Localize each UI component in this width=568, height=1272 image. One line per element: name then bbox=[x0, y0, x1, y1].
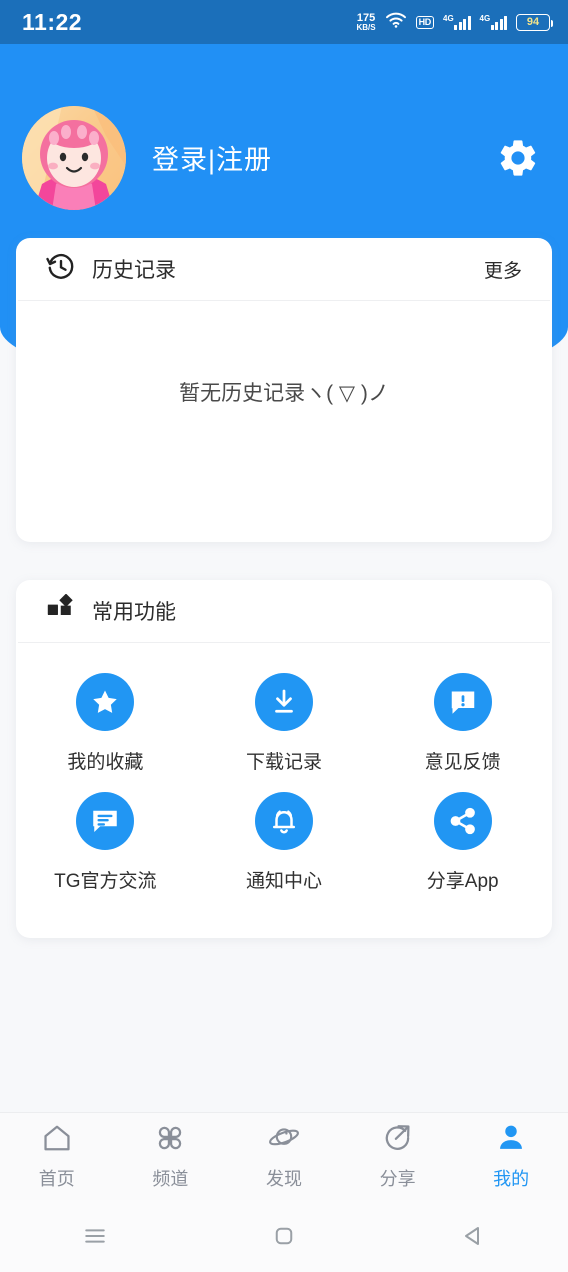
hd-icon: HD bbox=[415, 15, 434, 29]
share-icon bbox=[433, 792, 492, 850]
functions-card-title: 常用功能 bbox=[92, 601, 176, 624]
function-label: 我的收藏 bbox=[67, 752, 144, 773]
system-navigation-bar bbox=[0, 1200, 568, 1272]
share-arrow-icon bbox=[382, 1122, 414, 1159]
gear-icon[interactable] bbox=[496, 136, 540, 180]
function-item-notifications[interactable]: 通知中心 bbox=[195, 784, 374, 903]
history-more-link[interactable]: 更多 bbox=[484, 256, 522, 283]
functions-card-header: 常用功能 bbox=[18, 580, 550, 643]
app-screen: 11:22 175 KB/S HD 4G 4G 94 登录|注册 历史记录 更多… bbox=[0, 0, 568, 1272]
bell-icon bbox=[255, 792, 313, 850]
grid-shapes-icon bbox=[46, 593, 76, 629]
function-label: TG官方交流 bbox=[54, 871, 157, 892]
common-functions-card: 常用功能 我的收藏 下载记录 意见反馈 TG官方交流 通知中心 分享App bbox=[16, 580, 552, 938]
feedback-icon bbox=[433, 673, 492, 731]
history-empty-state: 暂无历史记录ヽ( ▽ )ノ bbox=[179, 381, 389, 405]
bottom-navigation: 首页 频道 发现 分享 我的 bbox=[0, 1112, 568, 1200]
signal-sim1-icon: 4G bbox=[443, 13, 471, 30]
sim2-network-label: 4G bbox=[479, 13, 491, 23]
battery-icon: 94 bbox=[516, 13, 553, 31]
signal-sim2-icon: 4G bbox=[479, 13, 507, 30]
nav-tab-label: 首页 bbox=[38, 1169, 75, 1189]
network-speed-indicator: 175 KB/S bbox=[356, 11, 376, 32]
history-card-header: 历史记录 更多 bbox=[18, 238, 550, 301]
nav-tab-share[interactable]: 分享 bbox=[341, 1122, 455, 1191]
nav-tab-label: 发现 bbox=[265, 1169, 302, 1189]
star-icon bbox=[76, 673, 135, 731]
login-register-link[interactable]: 登录|注册 bbox=[152, 138, 272, 177]
menu-recents-icon[interactable] bbox=[0, 1221, 189, 1251]
home-square-icon[interactable] bbox=[189, 1221, 378, 1251]
nav-tab-mine[interactable]: 我的 bbox=[454, 1122, 568, 1191]
chat-icon bbox=[76, 792, 135, 850]
clover-icon bbox=[154, 1122, 186, 1159]
nav-tab-label: 分享 bbox=[379, 1169, 416, 1189]
status-icons: 175 KB/S HD 4G 4G 94 bbox=[356, 11, 553, 33]
wifi-icon bbox=[385, 12, 407, 33]
nav-tab-channel[interactable]: 频道 bbox=[114, 1122, 228, 1191]
header-bar: 登录|注册 bbox=[0, 100, 568, 215]
network-speed-unit: KB/S bbox=[356, 22, 376, 32]
download-icon bbox=[255, 673, 313, 731]
function-item-telegram[interactable]: TG官方交流 bbox=[16, 784, 195, 903]
network-speed-value: 175 bbox=[356, 11, 376, 24]
status-bar: 11:22 175 KB/S HD 4G 4G 94 bbox=[0, 0, 568, 44]
back-triangle-icon[interactable] bbox=[379, 1221, 568, 1251]
avatar[interactable] bbox=[22, 105, 126, 210]
status-clock: 11:22 bbox=[22, 8, 83, 35]
functions-row-1: 我的收藏 下载记录 意见反馈 bbox=[16, 665, 552, 784]
function-item-downloads[interactable]: 下载记录 bbox=[195, 665, 374, 784]
function-item-feedback[interactable]: 意见反馈 bbox=[373, 665, 552, 784]
sim1-network-label: 4G bbox=[443, 13, 454, 23]
history-card-title: 历史记录 bbox=[92, 259, 176, 282]
functions-grid: 我的收藏 下载记录 意见反馈 TG官方交流 通知中心 分享App bbox=[16, 643, 552, 903]
function-label: 下载记录 bbox=[246, 752, 323, 773]
function-label: 意见反馈 bbox=[424, 752, 501, 773]
history-card: 历史记录 更多 暂无历史记录ヽ( ▽ )ノ bbox=[16, 238, 552, 542]
function-label: 分享App bbox=[426, 871, 499, 892]
planet-icon bbox=[268, 1122, 300, 1159]
nav-tab-label: 频道 bbox=[152, 1169, 189, 1189]
functions-row-2: TG官方交流 通知中心 分享App bbox=[16, 784, 552, 903]
battery-level: 94 bbox=[526, 16, 540, 28]
nav-tab-home[interactable]: 首页 bbox=[0, 1122, 114, 1191]
function-item-share-app[interactable]: 分享App bbox=[373, 784, 552, 903]
person-icon bbox=[495, 1122, 527, 1159]
home-icon bbox=[41, 1122, 73, 1159]
history-clock-icon bbox=[46, 252, 76, 287]
nav-tab-discover[interactable]: 发现 bbox=[227, 1122, 341, 1191]
function-label: 通知中心 bbox=[246, 871, 323, 892]
function-item-favorites[interactable]: 我的收藏 bbox=[16, 665, 195, 784]
nav-tab-label: 我的 bbox=[493, 1169, 530, 1189]
